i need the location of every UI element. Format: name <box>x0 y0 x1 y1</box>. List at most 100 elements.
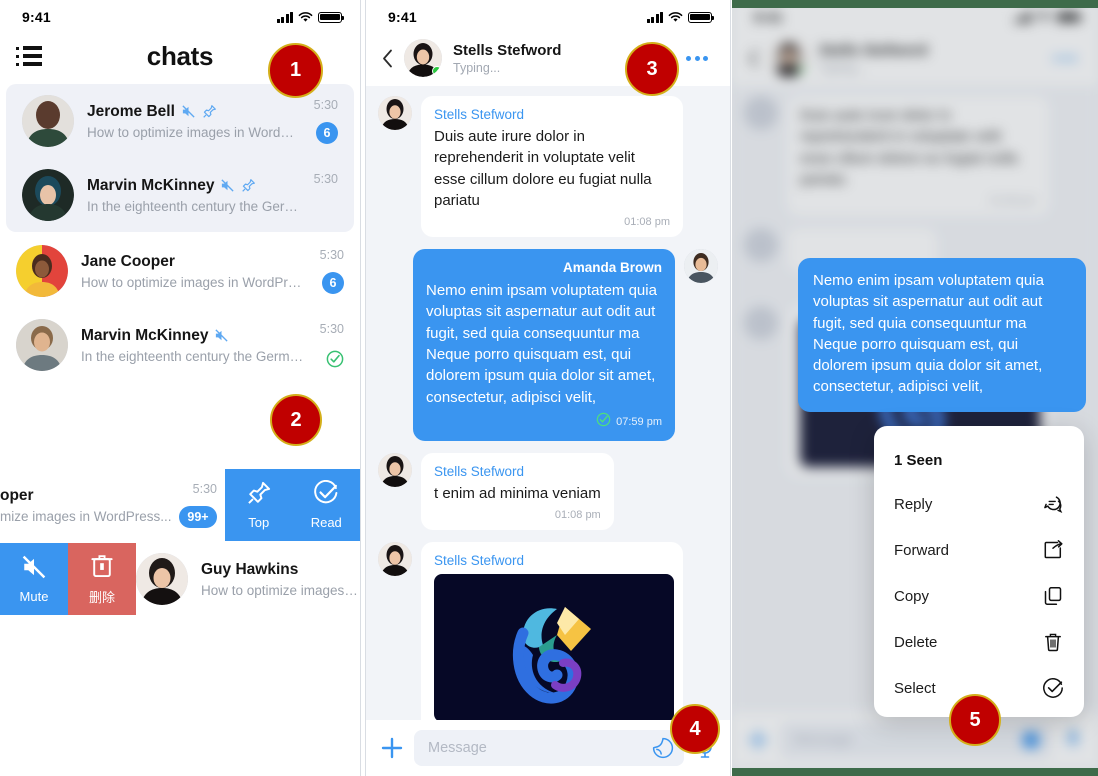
mute-icon <box>21 554 47 585</box>
mute-icon <box>220 178 235 193</box>
avatar <box>378 96 412 130</box>
contact-name: Jane Cooper <box>81 252 175 270</box>
message-sender: Stells Stefword <box>434 463 525 479</box>
context-menu-item-reply[interactable]: Reply <box>874 481 1084 527</box>
swipe-action-label: 删除 <box>88 590 115 605</box>
context-menu-item-delete[interactable]: Delete <box>874 619 1084 665</box>
message-sender: Stells Stefword <box>434 107 525 122</box>
chats-list-panel: 9:41 chats Jerome Bell How to optimize i… <box>0 0 360 776</box>
annotation-marker-4: 4 <box>670 704 720 754</box>
context-menu-panel: 9:41 Stells Stefword Typing... Duis aute… <box>732 0 1098 776</box>
list-item-preview: How to optimize images in W <box>201 582 360 598</box>
annotation-marker-2: 2 <box>270 394 322 446</box>
context-menu-item-copy[interactable]: Copy <box>874 573 1084 619</box>
avatar <box>22 95 74 147</box>
message-image[interactable] <box>434 573 674 722</box>
swipe-action-label: Mute <box>19 589 49 604</box>
message-row: Stells Stefword Duis aute irure dolor in… <box>378 96 718 237</box>
message-text: Duis aute irure dolor in reprehenderit i… <box>434 128 652 210</box>
read-check-icon <box>326 350 344 368</box>
more-horizontal-icon[interactable] <box>680 50 714 67</box>
list-item-preview: How to optimize images in WordPress for.… <box>87 124 301 140</box>
list-item-meta: 5:30 99+ <box>179 482 225 528</box>
context-menu-label: Copy <box>894 587 930 605</box>
list-item[interactable]: Jane Cooper How to optimize images in Wo… <box>0 234 360 308</box>
status-bar-time: 9:41 <box>22 9 51 25</box>
status-bar: 9:41 <box>0 0 360 30</box>
pinned-chats-group: Jerome Bell How to optimize images in Wo… <box>6 84 354 232</box>
swiped-list-item[interactable]: oper mize images in WordPress... 5:30 99… <box>0 469 225 541</box>
pin-icon <box>241 178 256 193</box>
list-item-preview: In the eighteenth century the German phi… <box>81 348 307 364</box>
mute-icon <box>181 104 196 119</box>
swipe-action-mute[interactable]: Mute <box>0 543 68 615</box>
annotation-marker-5: 5 <box>949 694 1001 746</box>
message-text: Nemo enim ipsam voluptatem quia voluptas… <box>426 282 657 406</box>
list-item-title-line: Marvin McKinney <box>87 177 301 195</box>
contact-name: Marvin McKinney <box>87 176 215 194</box>
list-item-preview: mize images in WordPress... <box>0 508 172 524</box>
list-item[interactable]: Guy Hawkins How to optimize images in W <box>136 543 360 615</box>
swipe-action-label: Read <box>310 515 342 530</box>
forward-icon <box>1042 539 1064 561</box>
highlighted-message-bubble[interactable]: Nemo enim ipsam voluptatem quia voluptas… <box>798 258 1086 412</box>
timestamp: 5:30 <box>313 98 338 112</box>
message-row: Stells Stefword t enim ad minima veniam … <box>378 452 718 530</box>
list-item-main: Guy Hawkins How to optimize images in W <box>201 561 360 598</box>
check-circle-icon <box>313 479 339 511</box>
list-item-title-line: Jerome Bell <box>87 103 301 121</box>
trash-icon <box>90 552 114 583</box>
message-bubble[interactable]: Amanda Brown Nemo enim ipsam voluptatem … <box>413 248 675 441</box>
avatar <box>684 248 718 283</box>
message-input[interactable] <box>414 730 684 766</box>
online-status-dot <box>432 66 442 76</box>
message-footer: 01:08 pm <box>434 508 601 524</box>
panel-top-stripe <box>732 0 1098 8</box>
check-circle-icon <box>1042 677 1064 699</box>
contact-name: Marvin McKinney <box>81 326 209 344</box>
swipe-action-delete[interactable]: 删除 <box>68 543 136 615</box>
cellular-signal-icon <box>646 11 663 23</box>
sticker-icon[interactable] <box>652 737 674 759</box>
message-bubble[interactable]: Stells Stefword Duis aute irure dolor in… <box>421 96 683 237</box>
list-item-preview: How to optimize images in WordPress for.… <box>81 274 307 290</box>
list-item[interactable]: Marvin McKinney In the eighteenth centur… <box>0 308 360 382</box>
message-text: t enim ad minima veniam <box>434 484 601 502</box>
context-menu-item-forward[interactable]: Forward <box>874 527 1084 573</box>
swipe-actions-left: Mute 删除 <box>0 543 136 615</box>
context-menu-label: Delete <box>894 633 938 651</box>
chevron-left-icon[interactable] <box>382 49 393 68</box>
plus-icon[interactable] <box>380 736 404 760</box>
battery-icon <box>688 11 715 23</box>
contact-name: Guy Hawkins <box>201 560 299 578</box>
swipe-action-read[interactable]: Read <box>293 479 361 530</box>
message-bubble[interactable]: Stells Stefword <box>421 541 683 732</box>
context-menu-label: Forward <box>894 541 950 559</box>
timestamp: 5:30 <box>192 482 217 496</box>
message-input-wrap <box>414 730 684 766</box>
list-item[interactable]: Marvin McKinney In the eighteenth centur… <box>6 158 354 232</box>
message-bubble[interactable]: Stells Stefword t enim ad minima veniam … <box>421 452 614 530</box>
list-item-main: Marvin McKinney In the eighteenth centur… <box>87 177 301 214</box>
swipe-actions-right: Top Read <box>225 469 360 541</box>
unread-badge: 99+ <box>179 506 217 528</box>
status-bar: 9:41 <box>366 0 730 30</box>
swipe-action-top[interactable]: Top <box>225 480 293 530</box>
message-row: Amanda Brown Nemo enim ipsam voluptatem … <box>378 248 718 441</box>
list-item-title-line: Marvin McKinney <box>81 327 307 345</box>
seen-count-label: 1 Seen <box>894 452 943 469</box>
wifi-icon <box>668 11 683 23</box>
unread-badge: 6 <box>322 272 344 294</box>
contact-name: oper <box>0 486 34 504</box>
list-item-main: Jerome Bell How to optimize images in Wo… <box>87 103 301 140</box>
message-context-menu: 1 Seen Reply Forward Copy Delete Select <box>874 426 1084 717</box>
avatar <box>22 169 74 221</box>
avatar[interactable] <box>404 39 442 77</box>
message-footer: 07:59 pm <box>426 412 662 435</box>
annotation-marker-3: 3 <box>625 42 679 96</box>
list-item-meta: 5:30 6 <box>314 98 338 144</box>
avatar <box>378 541 412 576</box>
timestamp: 5:30 <box>313 172 338 186</box>
list-item-preview: In the eighteenth century the German phi… <box>87 198 301 214</box>
list-item-meta: 5:30 <box>320 322 344 368</box>
